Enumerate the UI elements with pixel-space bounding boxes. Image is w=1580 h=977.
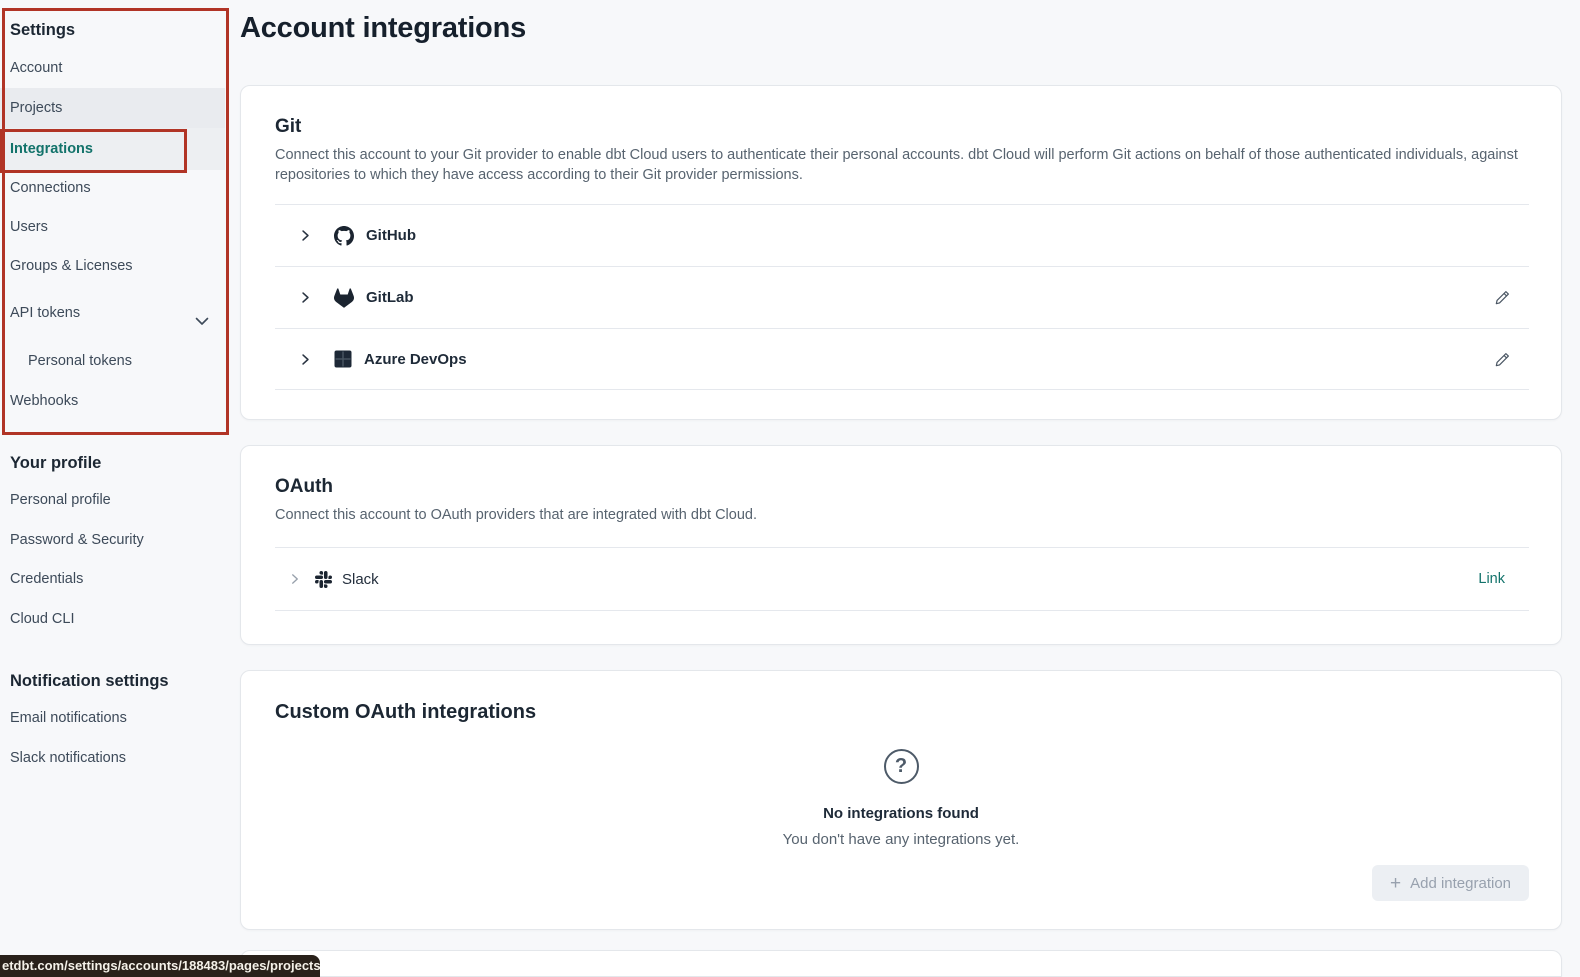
slack-icon bbox=[315, 571, 332, 588]
git-section-card: Git Connect this account to your Git pro… bbox=[240, 85, 1562, 420]
add-integration-button[interactable]: + Add integration bbox=[1372, 865, 1529, 901]
provider-label: Azure DevOps bbox=[364, 351, 467, 368]
git-provider-row-azure-devops[interactable]: Azure DevOps bbox=[275, 328, 1529, 390]
question-mark-icon: ? bbox=[884, 749, 919, 784]
status-bar-url: etdbt.com/settings/accounts/188483/pages… bbox=[0, 955, 320, 977]
sidebar-item-integrations[interactable]: Integrations bbox=[0, 128, 225, 170]
sidebar-item-credentials[interactable]: Credentials bbox=[0, 559, 225, 599]
sidebar-item-projects[interactable]: Projects bbox=[0, 88, 225, 128]
sidebar-item-api-tokens[interactable]: API tokens bbox=[0, 293, 225, 333]
sidebar-item-webhooks[interactable]: Webhooks bbox=[0, 381, 225, 421]
sidebar-item-cloud-cli[interactable]: Cloud CLI bbox=[0, 599, 225, 639]
git-provider-row-github[interactable]: GitHub bbox=[275, 204, 1529, 266]
custom-oauth-section-title: Custom OAuth integrations bbox=[275, 701, 1529, 724]
empty-state-subtitle: You don't have any integrations yet. bbox=[241, 831, 1561, 848]
add-integration-label: Add integration bbox=[1410, 875, 1511, 892]
sidebar-item-password-security[interactable]: Password & Security bbox=[0, 520, 225, 560]
oauth-section-description: Connect this account to OAuth providers … bbox=[275, 505, 1529, 525]
gitlab-icon bbox=[334, 288, 354, 308]
chevron-right-icon[interactable] bbox=[299, 353, 312, 366]
provider-label: GitLab bbox=[366, 289, 414, 306]
git-section-title: Git bbox=[275, 116, 1529, 138]
sidebar-item-email-notifications[interactable]: Email notifications bbox=[0, 698, 225, 738]
chevron-right-icon[interactable] bbox=[289, 573, 301, 585]
sidebar-heading-your-profile: Your profile bbox=[0, 443, 225, 483]
sidebar-item-slack-notifications[interactable]: Slack notifications bbox=[0, 738, 225, 778]
empty-state: ? No integrations found You don't have a… bbox=[241, 749, 1561, 848]
sidebar-heading-settings: Settings bbox=[0, 10, 225, 50]
git-provider-list: GitHub GitLab bbox=[275, 204, 1529, 390]
provider-label: GitHub bbox=[366, 227, 416, 244]
oauth-provider-row-slack[interactable]: Slack Link bbox=[275, 547, 1529, 611]
edit-pencil-icon[interactable] bbox=[1494, 351, 1511, 368]
slack-link-action[interactable]: Link bbox=[1478, 571, 1505, 587]
sidebar-item-connections[interactable]: Connections bbox=[0, 168, 225, 208]
next-section-card-peek bbox=[240, 950, 1562, 977]
main-content: Account integrations Git Connect this ac… bbox=[240, 0, 1562, 977]
custom-oauth-section-card: Custom OAuth integrations ? No integrati… bbox=[240, 670, 1562, 930]
azure-devops-icon bbox=[334, 350, 352, 368]
chevron-right-icon[interactable] bbox=[299, 291, 312, 304]
sidebar-item-users[interactable]: Users bbox=[0, 207, 225, 247]
git-section-description: Connect this account to your Git provide… bbox=[275, 145, 1529, 185]
oauth-section-card: OAuth Connect this account to OAuth prov… bbox=[240, 445, 1562, 645]
sidebar-item-groups-licenses[interactable]: Groups & Licenses bbox=[0, 246, 225, 286]
edit-pencil-icon[interactable] bbox=[1494, 289, 1511, 306]
provider-label: Slack bbox=[342, 571, 379, 588]
plus-icon: + bbox=[1390, 874, 1401, 893]
oauth-section-title: OAuth bbox=[275, 476, 1529, 498]
empty-state-title: No integrations found bbox=[241, 805, 1561, 822]
settings-sidebar: Settings Account Projects Integrations C… bbox=[0, 0, 230, 977]
sidebar-item-personal-tokens[interactable]: Personal tokens bbox=[0, 341, 225, 381]
github-icon bbox=[334, 226, 354, 246]
chevron-right-icon[interactable] bbox=[299, 229, 312, 242]
page-title: Account integrations bbox=[240, 12, 1562, 45]
git-provider-row-gitlab[interactable]: GitLab bbox=[275, 266, 1529, 328]
sidebar-item-account[interactable]: Account bbox=[0, 48, 225, 88]
sidebar-item-label: API tokens bbox=[10, 305, 80, 321]
sidebar-item-personal-profile[interactable]: Personal profile bbox=[0, 480, 225, 520]
oauth-provider-list: Slack Link bbox=[275, 547, 1529, 611]
sidebar-heading-notification-settings: Notification settings bbox=[0, 661, 225, 701]
chevron-down-icon[interactable] bbox=[194, 305, 210, 345]
